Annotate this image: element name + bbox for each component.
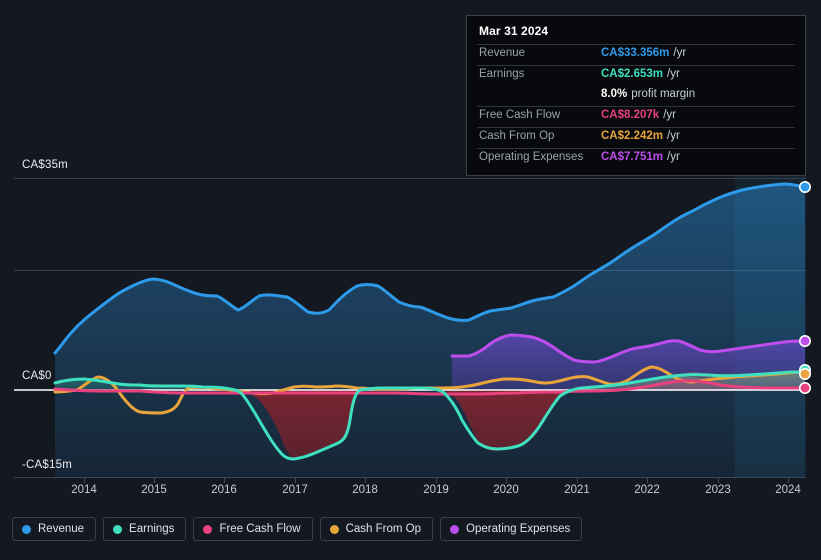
tooltip-label-free-cash-flow: Free Cash Flow [479, 109, 561, 121]
tooltip-unit-operating-expenses: /yr [667, 151, 680, 163]
tooltip-row-profit-margin: 8.0% profit margin [477, 86, 795, 106]
x-axis-label-2018: 2018 [352, 484, 378, 496]
legend-dot-revenue-icon [22, 524, 31, 534]
tooltip-value-earnings: CA$2.653m [601, 68, 664, 80]
endpoint-opex [798, 334, 811, 347]
legend-item-cash-from-op[interactable]: Cash From Op [319, 517, 434, 541]
tooltip-label-revenue: Revenue [479, 47, 526, 59]
x-axis-label-2024: 2024 [775, 484, 801, 496]
tooltip-row-operating-expenses: Operating Expenses CA$7.751m /yr [477, 148, 795, 169]
tooltip-date: Mar 31 2024 [479, 24, 549, 38]
tooltip-unit-revenue: /yr [673, 47, 687, 59]
y-axis-label-max: CA$35m [22, 159, 68, 171]
legend-label-revenue: Revenue [38, 523, 85, 535]
legend-item-free-cash-flow[interactable]: Free Cash Flow [193, 517, 313, 541]
x-axis-ticks [84, 478, 789, 483]
endpoint-revenue [798, 181, 811, 194]
x-axis-label-2016: 2016 [211, 484, 237, 496]
x-axis-label-2014: 2014 [71, 484, 97, 496]
endpoint-fcf [798, 381, 811, 394]
legend-label-earnings: Earnings [129, 523, 175, 535]
tooltip-row-cash-from-op: Cash From Op CA$2.242m /yr [477, 127, 795, 148]
legend-label-free-cash-flow: Free Cash Flow [219, 523, 301, 535]
legend-item-revenue[interactable]: Revenue [12, 517, 97, 541]
tooltip-value-cash-from-op: CA$2.242m [601, 130, 664, 142]
tooltip-label-cash-from-op: Cash From Op [479, 130, 555, 142]
legend-dot-operating-expenses-icon [450, 524, 460, 534]
x-axis-label-2020: 2020 [493, 484, 519, 496]
financial-chart-screen: CA$35m CA$0 -CA$15m 2014 2015 2016 2017 … [0, 0, 821, 560]
y-axis-label-min: -CA$15m [22, 459, 72, 471]
x-axis-label-2019: 2019 [423, 484, 449, 496]
legend-item-earnings[interactable]: Earnings [103, 517, 187, 541]
chart-tooltip: Mar 31 2024 Revenue CA$33.356m /yr Earni… [466, 15, 806, 176]
endpoint-cashfromop [798, 367, 811, 380]
legend-dot-free-cash-flow-icon [203, 524, 213, 534]
tooltip-value-revenue: CA$33.356m [601, 47, 670, 59]
tooltip-label-operating-expenses: Operating Expenses [479, 151, 584, 163]
x-axis-label-2023: 2023 [705, 484, 731, 496]
tooltip-unit-earnings: /yr [667, 68, 680, 80]
legend-dot-earnings-icon [113, 524, 123, 534]
tooltip-row-earnings: Earnings CA$2.653m /yr [477, 65, 795, 86]
legend-label-cash-from-op: Cash From Op [345, 523, 422, 535]
x-axis-label-2021: 2021 [564, 484, 590, 496]
tooltip-label-earnings: Earnings [479, 68, 525, 80]
series-area-revenue [55, 184, 805, 478]
tooltip-value-profit-margin: 8.0% [601, 88, 628, 100]
tooltip-value-free-cash-flow: CA$8.207k [601, 109, 660, 121]
x-axis-label-2015: 2015 [141, 484, 167, 496]
x-axis-label-2017: 2017 [282, 484, 308, 496]
tooltip-text-profit-margin: profit margin [631, 88, 696, 100]
legend-label-operating-expenses: Operating Expenses [466, 523, 571, 535]
tooltip-unit-cash-from-op: /yr [667, 130, 680, 142]
tooltip-row-revenue: Revenue CA$33.356m /yr [477, 44, 795, 65]
chart-legend: Revenue Earnings Free Cash Flow Cash Fro… [12, 517, 583, 541]
legend-item-operating-expenses[interactable]: Operating Expenses [440, 517, 583, 541]
tooltip-row-free-cash-flow: Free Cash Flow CA$8.207k /yr [477, 106, 795, 127]
x-axis-label-2022: 2022 [634, 484, 660, 496]
tooltip-unit-free-cash-flow: /yr [663, 109, 676, 121]
tooltip-value-operating-expenses: CA$7.751m [601, 151, 664, 163]
legend-dot-cash-from-op-icon [329, 524, 339, 534]
y-axis-label-zero: CA$0 [22, 370, 52, 382]
